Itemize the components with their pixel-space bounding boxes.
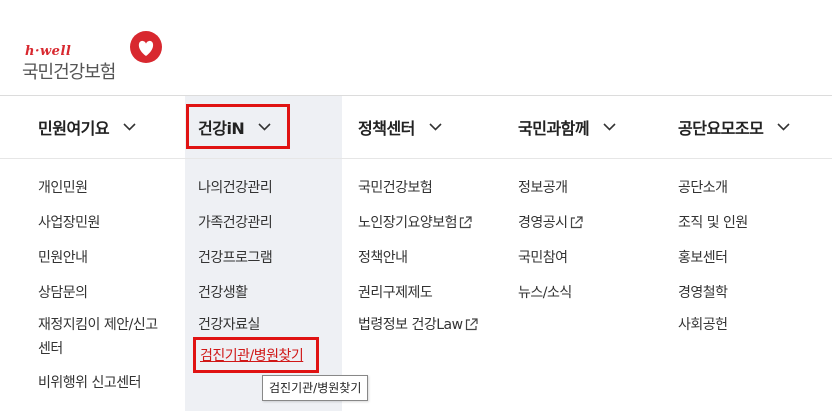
chevron-down-icon: [429, 123, 442, 131]
nav-item-label: 공단요모조모: [678, 119, 764, 138]
submenu-item-external[interactable]: 노인장기요양보험: [358, 213, 472, 233]
submenu-item[interactable]: 건강자료실: [198, 315, 260, 335]
submenu-item[interactable]: 경영철학: [678, 283, 728, 303]
submenu-item[interactable]: 비위행위 신고센터: [38, 373, 142, 393]
submenu-item[interactable]: 개인민원: [38, 178, 88, 198]
submenu-item-label: 법령정보 건강Law: [358, 317, 463, 333]
external-link-icon: [465, 318, 478, 331]
submenu-item-external[interactable]: 법령정보 건강Law: [358, 315, 478, 335]
logo-tagline: h·well: [25, 44, 72, 59]
site-header: h·well 국민건강보험: [0, 0, 832, 96]
nav-item-together[interactable]: 국민과함께: [518, 96, 616, 158]
submenu-item[interactable]: 사업장민원: [38, 213, 100, 233]
nav-item-civil[interactable]: 민원여기요: [38, 96, 136, 158]
submenu-item[interactable]: 가족건강관리: [198, 213, 273, 233]
nav-item-label: 민원여기요: [38, 119, 110, 138]
submenu-item[interactable]: 재정지킴이 제안/신고: [38, 315, 158, 335]
submenu-item[interactable]: 권리구제제도: [358, 283, 433, 303]
nav-item-label: 정책센터: [358, 119, 415, 138]
submenu-item[interactable]: 뉴스/소식: [518, 283, 572, 303]
logo-name: 국민건강보험: [22, 62, 116, 83]
nav-item-about[interactable]: 공단요모조모: [678, 96, 790, 158]
submenu-item[interactable]: 사회공헌: [678, 315, 728, 335]
submenu-item[interactable]: 민원안내: [38, 248, 88, 268]
nav-item-label: 국민과함께: [518, 119, 590, 138]
submenu-item[interactable]: 나의건강관리: [198, 178, 273, 198]
submenu-item[interactable]: 상담문의: [38, 283, 88, 303]
submenu-item[interactable]: 국민건강보험: [358, 178, 433, 198]
external-link-icon: [570, 216, 583, 229]
external-link-icon: [459, 216, 472, 229]
chevron-down-icon: [123, 123, 136, 131]
chevron-down-icon: [777, 123, 790, 131]
submenu-item-continued[interactable]: 센터: [38, 339, 63, 359]
chevron-down-icon: [603, 123, 616, 131]
submenu-item[interactable]: 건강프로그램: [198, 248, 273, 268]
nav-item-policy[interactable]: 정책센터: [358, 96, 442, 158]
submenu-item[interactable]: 조직 및 인원: [678, 213, 748, 233]
submenu-item[interactable]: 건강생활: [198, 283, 248, 303]
submenu-item-label: 노인장기요양보험: [358, 215, 458, 231]
active-nav-highlight-box: [186, 104, 290, 149]
link-tooltip: 검진기관/병원찾기: [262, 375, 369, 401]
submenu-item-external[interactable]: 경영공시: [518, 213, 583, 233]
submenu-item[interactable]: 홍보센터: [678, 248, 728, 268]
submenu-item[interactable]: 공단소개: [678, 178, 728, 198]
submenu-item[interactable]: 국민참여: [518, 248, 568, 268]
submenu-item[interactable]: 정보공개: [518, 178, 568, 198]
submenu-item[interactable]: 정책안내: [358, 248, 408, 268]
submenu-item-label: 경영공시: [518, 215, 568, 231]
heart-logo-icon: [130, 31, 162, 63]
submenu-highlight-box: [193, 337, 319, 373]
